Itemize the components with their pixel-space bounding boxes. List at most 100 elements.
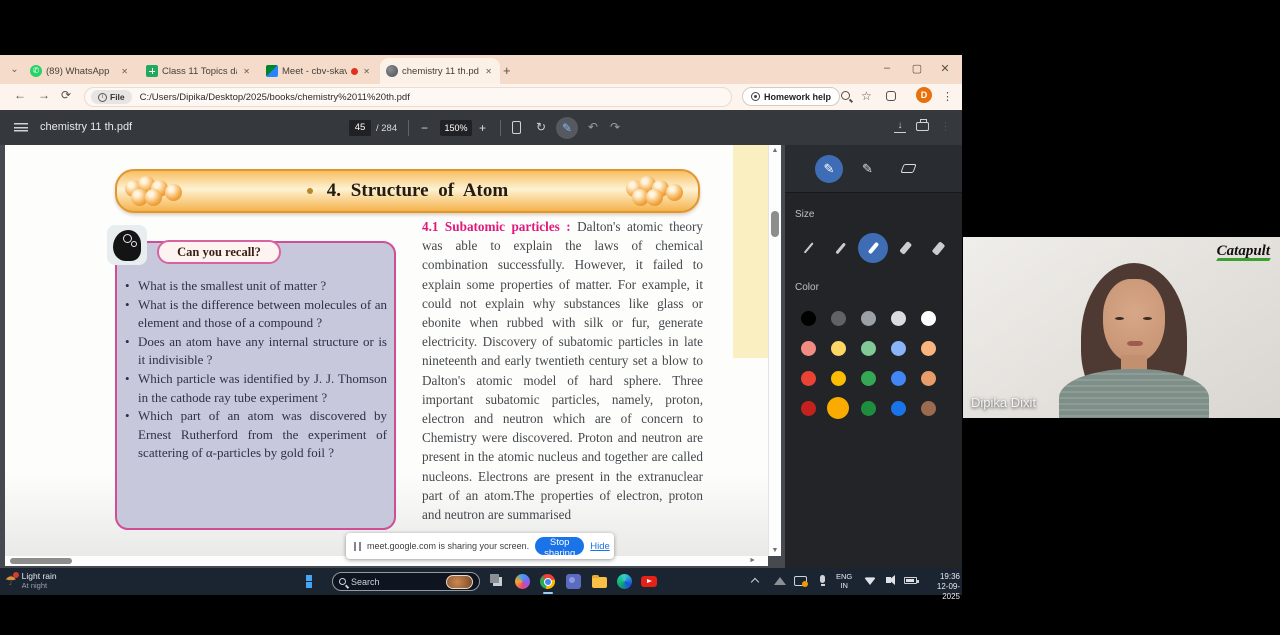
- close-icon[interactable]: ✕: [241, 67, 252, 76]
- file-explorer-icon[interactable]: [592, 577, 607, 588]
- color-swatch[interactable]: [861, 341, 876, 356]
- new-tab-button[interactable]: +: [503, 63, 511, 78]
- pdf-menu-icon[interactable]: [14, 123, 28, 132]
- tab-meet[interactable]: Meet - cbv-skav-vgv ✕: [260, 58, 378, 84]
- task-view-icon[interactable]: [490, 574, 505, 589]
- color-swatch[interactable]: [827, 397, 849, 419]
- color-swatch[interactable]: [801, 341, 816, 356]
- edge-icon[interactable]: [617, 574, 632, 589]
- microphone-icon[interactable]: [820, 575, 825, 583]
- tab-sheets[interactable]: Class 11 Topics date wise / mo ✕: [140, 58, 258, 84]
- page-number-input[interactable]: 45: [349, 120, 371, 136]
- active-app-indicator: [543, 592, 553, 594]
- chapter-banner: 4. Structure of Atom: [115, 169, 700, 213]
- maximize-button[interactable]: ▢: [908, 62, 926, 75]
- highlighter-icon[interactable]: ✎: [862, 161, 873, 177]
- browser-menu-icon[interactable]: ⋮: [942, 90, 953, 103]
- extensions-icon[interactable]: [886, 91, 896, 101]
- scroll-right-icon[interactable]: ►: [749, 557, 756, 564]
- tray-chevron-icon[interactable]: [751, 578, 759, 586]
- eraser-icon[interactable]: [900, 164, 916, 173]
- size-option-1[interactable]: [793, 233, 823, 263]
- color-swatch[interactable]: [891, 341, 906, 356]
- close-icon[interactable]: ✕: [483, 67, 494, 76]
- tray-hidden-icon[interactable]: [774, 577, 786, 585]
- pdf-viewer: 4. Structure of Atom Can you recall? Wha…: [0, 145, 785, 568]
- pdf-more-icon[interactable]: ⋮: [940, 120, 951, 133]
- fit-page-icon[interactable]: [512, 121, 521, 134]
- volume-icon[interactable]: [886, 577, 891, 583]
- vertical-scrollbar[interactable]: ▲ ▼: [768, 145, 781, 556]
- tab-whatsapp[interactable]: ✆ (89) WhatsApp ✕: [24, 58, 136, 84]
- color-swatch[interactable]: [921, 311, 936, 326]
- reload-icon[interactable]: ⟳: [61, 88, 71, 102]
- pause-icon: [354, 542, 361, 551]
- color-swatch[interactable]: [891, 311, 906, 326]
- zoom-in-button[interactable]: +: [479, 121, 486, 135]
- url-field[interactable]: i File C:/Users/Dipika/Desktop/2025/book…: [84, 87, 732, 107]
- color-swatch[interactable]: [861, 401, 876, 416]
- size-option-5[interactable]: [923, 233, 953, 263]
- annotate-pen-toggle[interactable]: ✎: [556, 117, 578, 139]
- color-swatch[interactable]: [921, 371, 936, 386]
- color-swatch[interactable]: [861, 371, 876, 386]
- scroll-down-icon[interactable]: ▼: [769, 547, 781, 554]
- color-swatch[interactable]: [831, 371, 846, 386]
- scrollbar-thumb[interactable]: [10, 558, 72, 564]
- color-swatch[interactable]: [831, 341, 846, 356]
- teams-icon[interactable]: [566, 574, 581, 589]
- zoom-level[interactable]: 150%: [440, 120, 472, 136]
- download-icon[interactable]: ↓: [894, 120, 906, 133]
- size-option-3-selected[interactable]: [858, 233, 888, 263]
- size-option-2[interactable]: [826, 233, 856, 263]
- back-icon[interactable]: ←: [14, 88, 26, 102]
- hide-link[interactable]: Hide: [590, 541, 610, 552]
- color-swatch[interactable]: [801, 401, 816, 416]
- homework-help-button[interactable]: Homework help: [742, 87, 840, 106]
- color-swatch[interactable]: [921, 341, 936, 356]
- copilot-icon[interactable]: [515, 574, 530, 589]
- battery-icon[interactable]: [904, 577, 917, 584]
- windows-start-icon[interactable]: [306, 575, 319, 588]
- language-indicator[interactable]: ENG IN: [836, 572, 852, 590]
- color-swatch[interactable]: [891, 371, 906, 386]
- scrollbar-thumb[interactable]: [771, 211, 779, 237]
- person-mouth: [1127, 341, 1143, 346]
- weather-time: At night: [22, 581, 57, 590]
- zoom-out-button[interactable]: −: [421, 121, 428, 135]
- atom-cluster-icon: [626, 176, 690, 208]
- profile-avatar[interactable]: D: [916, 87, 932, 103]
- pen-tool-selected[interactable]: ✎: [815, 155, 843, 183]
- thinking-head-icon: [107, 225, 147, 265]
- bookmark-star-icon[interactable]: ☆: [861, 89, 872, 103]
- close-icon[interactable]: ✕: [119, 67, 130, 76]
- wifi-icon[interactable]: [864, 576, 876, 585]
- color-swatch[interactable]: [921, 401, 936, 416]
- color-swatch[interactable]: [801, 371, 816, 386]
- color-swatch[interactable]: [831, 311, 846, 326]
- tab-pdf-active[interactable]: chemistry 11 th.pdf ✕: [380, 58, 500, 84]
- weather-widget[interactable]: ☂ Light rain At night: [5, 571, 57, 590]
- close-window-button[interactable]: ✕: [936, 62, 954, 75]
- color-swatch[interactable]: [801, 311, 816, 326]
- size-option-4[interactable]: [891, 233, 921, 263]
- close-icon[interactable]: ✕: [361, 67, 372, 76]
- print-icon[interactable]: [916, 122, 929, 131]
- stop-sharing-button[interactable]: Stop sharing: [535, 537, 584, 555]
- rotate-icon[interactable]: ↻: [536, 120, 546, 134]
- color-swatch[interactable]: [861, 311, 876, 326]
- taskbar-search[interactable]: Search: [332, 572, 480, 591]
- scroll-up-icon[interactable]: ▲: [769, 147, 781, 154]
- redo-icon[interactable]: ↷: [610, 120, 620, 134]
- tab-search-chevron-icon[interactable]: ⌄: [6, 62, 23, 79]
- pdf-doc-icon: [386, 65, 398, 77]
- forward-icon[interactable]: →: [38, 88, 50, 102]
- youtube-icon[interactable]: [641, 576, 657, 587]
- search-icon[interactable]: [841, 91, 850, 100]
- chrome-icon[interactable]: [540, 574, 555, 589]
- color-swatch[interactable]: [891, 401, 906, 416]
- clock[interactable]: 19:36 12-09-2025: [920, 572, 960, 602]
- undo-icon[interactable]: ↶: [588, 120, 598, 134]
- minimize-button[interactable]: –: [878, 62, 896, 74]
- screen-cast-icon[interactable]: [794, 576, 807, 586]
